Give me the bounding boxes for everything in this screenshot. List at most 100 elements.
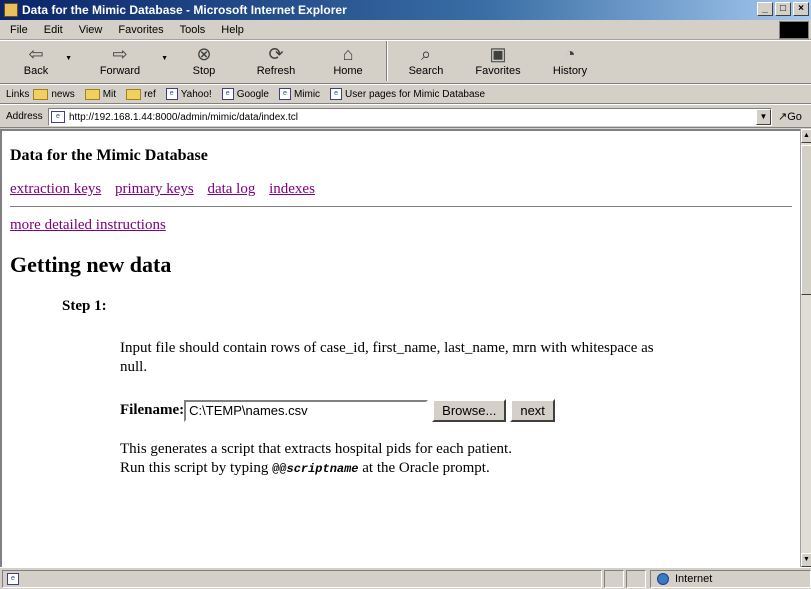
favorites-button[interactable]: ▣ Favorites [462, 41, 534, 83]
links-label: Links [6, 88, 30, 100]
instruction-text: Input file should contain rows of case_i… [120, 340, 654, 375]
standard-toolbar: ⇦ Back ▼ ⇨ Forward ▼ ⊗ Stop ⟳ Refresh ⌂ … [0, 40, 811, 84]
filename-input[interactable]: C:\TEMP\names.csv [184, 399, 429, 422]
page-title: Data for the Mimic Database [10, 147, 208, 164]
ie-page-icon [4, 3, 18, 17]
web-page-icon: e [7, 572, 19, 585]
link-extraction-keys[interactable]: extraction keys [10, 181, 101, 197]
title-bar: Data for the Mimic Database - Microsoft … [0, 0, 811, 20]
command-text: @@scriptname [272, 462, 359, 476]
zone-label: Internet [675, 573, 713, 585]
toolbar-separator [386, 41, 388, 81]
status-text-pane: e [2, 569, 602, 588]
window-controls: _ □ × [757, 2, 809, 16]
scroll-up-button[interactable]: ▲ [801, 129, 811, 143]
history-label: History [552, 65, 588, 77]
step-label: Step 1: [62, 298, 107, 314]
section-heading: Getting new data [10, 252, 172, 277]
result-text: This generates a script that extracts ho… [120, 440, 680, 479]
menu-favorites[interactable]: Favorites [118, 24, 163, 36]
close-button[interactable]: × [793, 2, 809, 16]
status-bar: e Internet [0, 567, 811, 589]
home-button[interactable]: ⌂ Home [312, 41, 384, 83]
address-bar: Address e http://192.168.1.44:8000/admin… [0, 104, 811, 128]
browse-button[interactable]: Browse... [432, 399, 507, 422]
forward-arrow-icon: ⇨ [112, 44, 128, 64]
web-page-icon: e [51, 111, 65, 123]
upload-form: Filename: C:\TEMP\names.csv Browse... ne… [120, 399, 792, 422]
web-page-icon: e [278, 88, 291, 100]
page-nav: extraction keys primary keys data log in… [10, 181, 792, 198]
menu-view[interactable]: View [79, 24, 103, 36]
address-dropdown-button[interactable]: ▼ [756, 109, 771, 125]
history-button[interactable]: ◔ History [534, 41, 606, 83]
folder-icon [84, 88, 100, 100]
link-primary-keys[interactable]: primary keys [115, 181, 194, 197]
stop-icon: ⊗ [196, 44, 212, 64]
menu-help[interactable]: Help [221, 24, 244, 36]
divider [10, 206, 792, 207]
menu-edit[interactable]: Edit [44, 24, 63, 36]
windows-logo-icon [779, 21, 809, 39]
link-indexes[interactable]: indexes [269, 181, 315, 197]
stop-label: Stop [192, 65, 216, 77]
address-label: Address [6, 110, 43, 122]
refresh-icon: ⟳ [268, 44, 284, 64]
search-label: Search [408, 65, 444, 77]
back-arrow-icon: ⇦ [28, 44, 44, 64]
security-zone: Internet [650, 570, 811, 588]
folder-icon [33, 88, 49, 100]
menu-file[interactable]: File [10, 24, 28, 36]
link-news[interactable]: news [33, 88, 75, 100]
scroll-thumb[interactable] [801, 145, 811, 295]
link-data-log[interactable]: data log [207, 181, 255, 197]
link-yahoo[interactable]: e Yahoo! [165, 88, 212, 100]
web-page-icon: e [165, 88, 178, 100]
refresh-label: Refresh [256, 65, 296, 77]
home-label: Home [333, 65, 363, 77]
forward-label: Forward [99, 65, 141, 77]
link-google[interactable]: e Google [221, 88, 269, 100]
result-line-2: Run this script by typing @@scriptname a… [120, 460, 490, 476]
link-mit[interactable]: Mit [84, 88, 116, 100]
history-icon: ◔ [564, 44, 576, 64]
search-icon: ⌕ [420, 44, 432, 64]
forward-button[interactable]: ⇨ Forward ▼ [72, 41, 168, 83]
next-button[interactable]: next [510, 399, 555, 422]
refresh-button[interactable]: ⟳ Refresh [240, 41, 312, 83]
address-url[interactable]: http://192.168.1.44:8000/admin/mimic/dat… [69, 112, 298, 123]
page-viewport: Data for the Mimic Database extraction k… [0, 129, 800, 567]
back-label: Back [23, 65, 49, 77]
links-bar: Links news Mit ref e Yahoo! e Google e Mimi… [0, 84, 811, 104]
web-page-icon: e [330, 88, 343, 100]
go-arrow-icon: ↗ [778, 111, 788, 123]
window-title: Data for the Mimic Database - Microsoft … [22, 3, 347, 17]
favorites-icon: ▣ [489, 44, 507, 64]
link-mimic[interactable]: e Mimic [278, 88, 320, 100]
forward-dropdown-icon[interactable]: ▼ [161, 55, 168, 62]
globe-icon [657, 573, 669, 585]
link-ref[interactable]: ref [126, 88, 156, 100]
result-line-1: This generates a script that extracts ho… [120, 441, 512, 457]
address-input[interactable]: e http://192.168.1.44:8000/admin/mimic/d… [48, 108, 772, 126]
menu-tools[interactable]: Tools [180, 24, 206, 36]
search-button[interactable]: ⌕ Search [390, 41, 462, 83]
scroll-down-button[interactable]: ▼ [801, 553, 811, 567]
link-more-instructions[interactable]: more detailed instructions [10, 217, 166, 234]
link-user-pages[interactable]: e User pages for Mimic Database [330, 88, 485, 100]
status-pane [626, 569, 646, 588]
favorites-label: Favorites [475, 65, 521, 77]
stop-button[interactable]: ⊗ Stop [168, 41, 240, 83]
home-icon: ⌂ [342, 44, 354, 64]
minimize-button[interactable]: _ [757, 2, 773, 16]
maximize-button[interactable]: □ [775, 2, 791, 16]
status-pane [604, 569, 624, 588]
back-button[interactable]: ⇦ Back ▼ [0, 41, 72, 83]
web-page-icon: e [221, 88, 234, 100]
back-dropdown-icon[interactable]: ▼ [65, 55, 72, 62]
menu-bar: File Edit View Favorites Tools Help [0, 20, 811, 40]
go-button[interactable]: ↗ Go [778, 110, 802, 124]
folder-icon [126, 88, 142, 100]
filename-label: Filename: [120, 402, 185, 418]
vertical-scrollbar[interactable]: ▲ ▼ [800, 129, 811, 567]
